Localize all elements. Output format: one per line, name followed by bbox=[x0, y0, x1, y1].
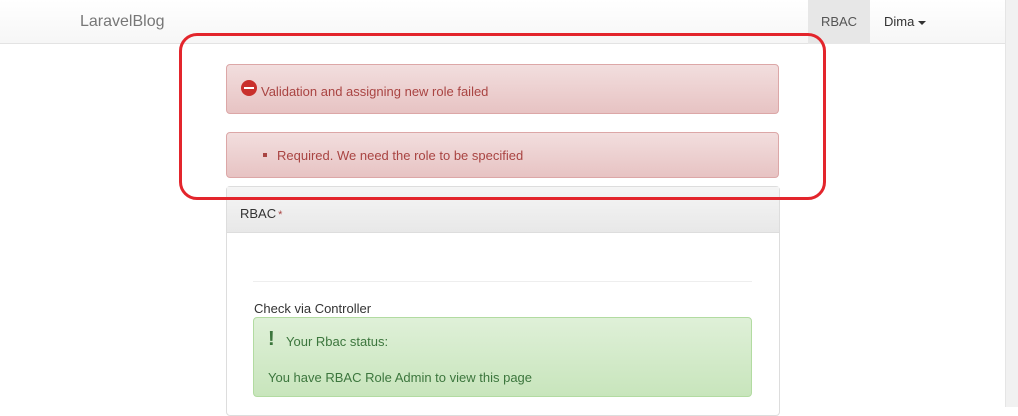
nav-item-rbac[interactable]: RBAC bbox=[808, 0, 870, 44]
user-name: Dima bbox=[884, 14, 915, 29]
panel-heading: RBAC * bbox=[227, 187, 779, 233]
brand-link[interactable]: LaravelBlog bbox=[80, 13, 165, 31]
minus-circle-icon bbox=[241, 80, 257, 96]
user-dropdown[interactable]: Dima bbox=[870, 0, 938, 44]
status-message: You have RBAC Role Admin to view this pa… bbox=[268, 370, 533, 385]
bullet-icon bbox=[263, 153, 267, 157]
error-alert: Validation and assigning new role failed bbox=[226, 64, 779, 114]
rbac-status-alert: ! Your Rbac status: You have RBAC Role A… bbox=[253, 317, 752, 397]
error-list-alert: Required. We need the role to be specifi… bbox=[226, 132, 779, 178]
scrollbar[interactable] bbox=[1005, 0, 1018, 407]
navbar: LaravelBlog RBAC Dima bbox=[0, 0, 1005, 44]
error-item: Required. We need the role to be specifi… bbox=[277, 148, 524, 163]
error-title: Validation and assigning new role failed bbox=[261, 84, 489, 99]
required-mark: * bbox=[278, 209, 283, 221]
divider bbox=[253, 281, 752, 282]
check-label: Check via Controller bbox=[254, 301, 372, 316]
panel-title: RBAC bbox=[240, 206, 277, 221]
caret-down-icon bbox=[918, 20, 927, 25]
status-title: Your Rbac status: bbox=[286, 334, 389, 349]
exclamation-icon: ! bbox=[268, 328, 275, 350]
